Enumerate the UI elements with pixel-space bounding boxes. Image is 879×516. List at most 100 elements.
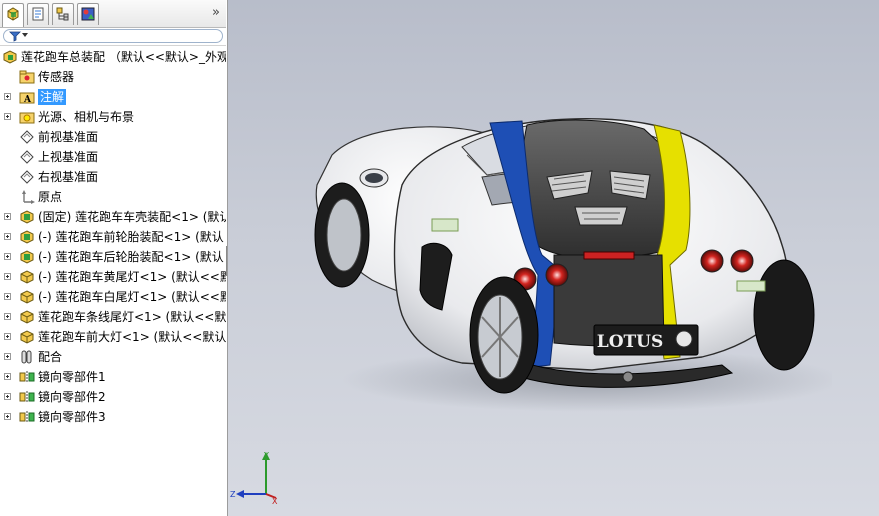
part-icon: [20, 290, 34, 304]
subassembly-icon: [20, 210, 34, 224]
side-decal: [431, 218, 459, 232]
tree-item-label: 配合: [38, 350, 63, 364]
part-icon: [20, 270, 34, 284]
filter-bar: [0, 28, 226, 46]
rear-right-wheel: [753, 259, 815, 371]
tree-item[interactable]: 前视基准面: [0, 127, 226, 147]
filter-icon: [9, 31, 21, 42]
tree-item-label: 注解: [38, 89, 67, 105]
mirror-component-icon: [19, 371, 35, 383]
expand-icon[interactable]: [4, 353, 11, 360]
expand-icon[interactable]: [4, 333, 11, 340]
tree-item-label: (固定) 莲花跑车车壳装配<1> (默认: [38, 210, 226, 224]
tree-item-label: (-) 莲花跑车后轮胎装配<1> (默认: [38, 250, 224, 264]
tree-item[interactable]: 镜向零部件1: [0, 367, 226, 387]
expand-icon[interactable]: [4, 113, 11, 120]
tree-item-label: 前视基准面: [38, 130, 99, 144]
graphics-area[interactable]: LOTUS Y Z X: [227, 0, 879, 516]
tree-item-label: 上视基准面: [38, 150, 99, 164]
tail-light-right-inner: [700, 249, 724, 273]
mirror-component-icon: [19, 411, 35, 423]
triad-x-label: X: [272, 497, 278, 506]
tree-item[interactable]: A 注解: [0, 87, 226, 107]
plane-icon: [20, 170, 34, 184]
tree-item-label: (-) 莲花跑车黄尾灯<1> (默认<<默: [38, 270, 226, 284]
subassembly-icon: [20, 230, 34, 244]
triad-y-label: Y: [263, 451, 269, 460]
origin-icon: [22, 190, 35, 204]
tree-item[interactable]: 配合: [0, 347, 226, 367]
mirror-component-icon: [19, 391, 35, 403]
tree-item-label: 光源、相机与布景: [38, 110, 135, 124]
tree-item[interactable]: 镜向零部件3: [0, 407, 226, 427]
expand-icon[interactable]: [4, 293, 11, 300]
tab-display-manager[interactable]: [77, 3, 99, 25]
feature-manager-panel: » 莲花跑车总装配 （默认<<默认>_外观传感器 A 注解光源、相机与布景 前视基准面…: [0, 0, 226, 516]
feature-manager-icon: [7, 7, 19, 21]
tab-feature-manager[interactable]: [2, 3, 24, 27]
tail-light-right-outer: [730, 249, 754, 273]
mates-icon: [21, 350, 32, 364]
tree-item[interactable]: (-) 莲花跑车后轮胎装配<1> (默认: [0, 247, 226, 267]
expand-icon[interactable]: [4, 393, 11, 400]
tree-item-label: 莲花跑车总装配 （默认<<默认>_外观: [21, 50, 226, 64]
tree-item[interactable]: 上视基准面: [0, 147, 226, 167]
tree-item[interactable]: (-) 莲花跑车前轮胎装配<1> (默认: [0, 227, 226, 247]
feature-filter-input[interactable]: [3, 29, 223, 43]
part-icon: [20, 310, 34, 324]
exhaust-pipe: [622, 371, 634, 383]
tree-item[interactable]: (-) 莲花跑车白尾灯<1> (默认<<默: [0, 287, 226, 307]
expand-icon[interactable]: [4, 273, 11, 280]
expand-icon[interactable]: [4, 213, 11, 220]
tab-configuration-manager[interactable]: [52, 3, 74, 25]
plane-icon: [20, 130, 34, 144]
lotus-car-model[interactable]: LOTUS: [292, 95, 832, 425]
svg-text:A: A: [23, 95, 32, 105]
expand-icon[interactable]: [4, 253, 11, 260]
tree-item[interactable]: 莲花跑车总装配 （默认<<默认>_外观: [0, 47, 226, 67]
tree-item-label: 传感器: [38, 70, 75, 84]
tree-item[interactable]: 右视基准面: [0, 167, 226, 187]
tree-item[interactable]: 莲花跑车条线尾灯<1> (默认<<默认: [0, 307, 226, 327]
annotation-icon: A: [19, 92, 35, 105]
rear-decal: [736, 280, 766, 292]
tree-item[interactable]: 镜向零部件2: [0, 387, 226, 407]
panel-tab-bar: »: [0, 0, 226, 28]
tree-item[interactable]: 光源、相机与布景: [0, 107, 226, 127]
plane-icon: [20, 150, 34, 164]
triad-z-label: Z: [230, 490, 236, 499]
lights-camera-icon: [19, 112, 35, 124]
tree-item[interactable]: (-) 莲花跑车黄尾灯<1> (默认<<默: [0, 267, 226, 287]
subassembly-icon: [20, 250, 34, 264]
tree-item[interactable]: 原点: [0, 187, 226, 207]
tree-item-label: 莲花跑车前大灯<1> (默认<<默认: [38, 330, 226, 344]
panel-more-button[interactable]: »: [212, 5, 220, 20]
tree-item-label: (-) 莲花跑车白尾灯<1> (默认<<默: [38, 290, 226, 304]
solidworks-window: » 莲花跑车总装配 （默认<<默认>_外观传感器 A 注解光源、相机与布景 前视基准面…: [0, 0, 879, 516]
tab-property-manager[interactable]: [27, 3, 49, 25]
filter-dropdown-icon[interactable]: [22, 33, 28, 37]
expand-icon[interactable]: [4, 373, 11, 380]
expand-icon[interactable]: [4, 233, 11, 240]
tree-item[interactable]: 莲花跑车前大灯<1> (默认<<默认: [0, 327, 226, 347]
tree-item-label: 镜向零部件3: [38, 410, 106, 424]
tree-item[interactable]: (固定) 莲花跑车车壳装配<1> (默认: [0, 207, 226, 227]
configuration-manager-icon: [56, 7, 69, 21]
sensor-folder-icon: [19, 70, 35, 84]
feature-tree: 莲花跑车总装配 （默认<<默认>_外观传感器 A 注解光源、相机与布景 前视基准面上视…: [0, 47, 226, 427]
tree-item-label: 镜向零部件1: [38, 370, 106, 384]
tree-item-label: 莲花跑车条线尾灯<1> (默认<<默认: [38, 310, 226, 324]
expand-icon[interactable]: [4, 93, 11, 100]
expand-icon[interactable]: [4, 313, 11, 320]
tree-item-label: 右视基准面: [38, 170, 99, 184]
left-mirror-glass: [365, 173, 383, 183]
part-icon: [20, 330, 34, 344]
tail-light-left-inner: [545, 263, 569, 287]
assembly-icon: [3, 50, 17, 64]
display-manager-icon: [81, 7, 95, 21]
license-plate-text: LOTUS: [597, 332, 664, 352]
third-brake-light: [583, 251, 635, 260]
expand-icon[interactable]: [4, 413, 11, 420]
tree-item[interactable]: 传感器: [0, 67, 226, 87]
tree-item-label: 原点: [38, 190, 63, 204]
